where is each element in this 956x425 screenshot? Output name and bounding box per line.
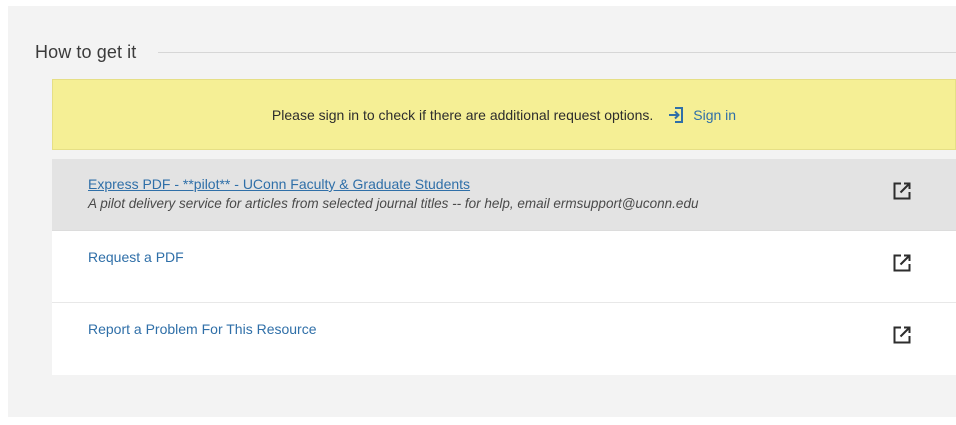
access-options-list: Express PDF - **pilot** - UConn Faculty …	[52, 159, 956, 375]
external-link-icon[interactable]	[892, 253, 912, 273]
section-header: How to get it	[35, 40, 956, 64]
signin-label: Sign in	[693, 106, 737, 123]
external-link-icon[interactable]	[892, 325, 912, 345]
section-divider	[158, 51, 956, 53]
access-option-row[interactable]: Report a Problem For This Resource	[52, 303, 956, 375]
sign-in-icon	[667, 106, 685, 124]
report-problem-link[interactable]: Report a Problem For This Resource	[88, 321, 317, 337]
external-link-icon[interactable]	[892, 181, 912, 201]
access-option-row[interactable]: Request a PDF	[52, 231, 956, 303]
express-pdf-description: A pilot delivery service for articles fr…	[88, 196, 699, 211]
signin-banner: Please sign in to check if there are add…	[52, 79, 956, 150]
signin-message: Please sign in to check if there are add…	[271, 106, 654, 123]
signin-link[interactable]: Sign in	[667, 106, 736, 124]
section-title: How to get it	[35, 41, 137, 62]
access-option-row[interactable]: Express PDF - **pilot** - UConn Faculty …	[52, 159, 956, 231]
request-pdf-link[interactable]: Request a PDF	[88, 249, 184, 265]
express-pdf-link[interactable]: Express PDF - **pilot** - UConn Faculty …	[88, 176, 470, 192]
